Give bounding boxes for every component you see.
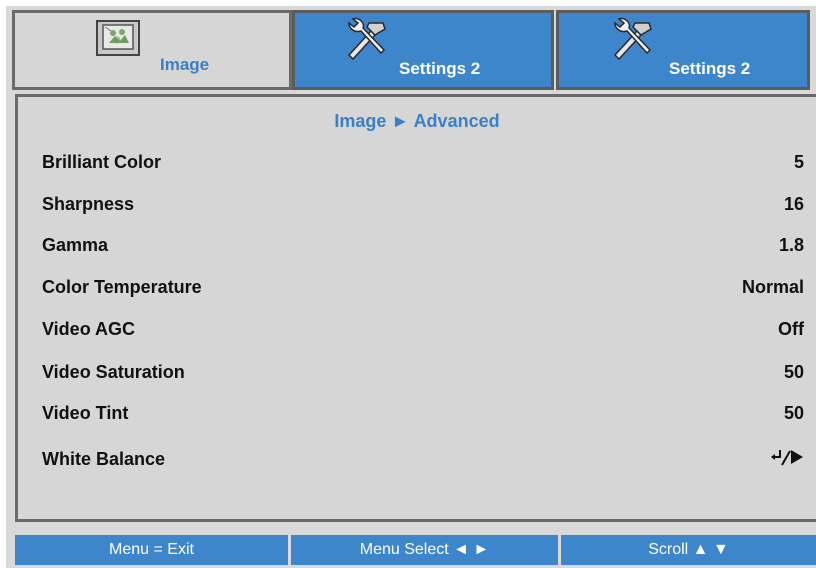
- menu-item-value: Normal: [741, 277, 804, 297]
- menu-item-video-agc[interactable]: Video AGC Off: [42, 319, 804, 345]
- menu-item-label: Brilliant Color: [42, 152, 162, 172]
- tab-settings-2[interactable]: Settings 2: [292, 10, 554, 90]
- menu-item-gamma[interactable]: Gamma 1.8: [42, 235, 804, 261]
- tab-image-label: Image: [160, 55, 210, 74]
- menu-item-label: Gamma: [42, 235, 109, 255]
- help-menu-exit: Menu = Exit: [15, 535, 288, 565]
- menu-item-label: Video Saturation: [42, 362, 185, 382]
- menu-item-label: Video AGC: [42, 319, 136, 339]
- menu-item-video-saturation[interactable]: Video Saturation 50: [42, 362, 804, 388]
- menu-item-label: Sharpness: [42, 194, 135, 214]
- image-icon: [95, 19, 141, 64]
- menu-item-label: Color Temperature: [42, 277, 202, 297]
- wrench-hammer-icon: [341, 17, 389, 66]
- enter-arrow-icon: [770, 447, 804, 472]
- menu-item-label: White Balance: [42, 449, 166, 469]
- panel-title: Image ► Advanced: [334, 111, 500, 131]
- help-scroll: Scroll ▲ ▼: [561, 535, 816, 565]
- menu-item-brilliant-color[interactable]: Brilliant Color 5: [42, 152, 804, 178]
- menu-item-value: Off: [778, 319, 804, 339]
- help-menu-select: Menu Select ◄ ►: [291, 535, 558, 565]
- menu-item-sharpness[interactable]: Sharpness 16: [42, 194, 804, 220]
- tab-settings-2-b[interactable]: Settings 2: [556, 10, 810, 90]
- menu-item-value: 5: [793, 152, 804, 172]
- menu-item-value: 50: [783, 403, 804, 423]
- menu-item-white-balance[interactable]: White Balance: [42, 449, 804, 475]
- menu-item-value: 16: [783, 194, 804, 214]
- tab-settings-2-label: Settings 2: [399, 59, 481, 78]
- tab-settings-2-b-label: Settings 2: [669, 59, 751, 78]
- tab-image[interactable]: Image: [12, 10, 292, 90]
- menu-item-color-temperature[interactable]: Color Temperature Normal: [42, 277, 804, 303]
- menu-item-label: Video Tint: [42, 403, 129, 423]
- menu-item-value: 1.8: [778, 235, 804, 255]
- menu-item-video-tint[interactable]: Video Tint 50: [42, 403, 804, 429]
- wrench-hammer-icon: [607, 17, 655, 66]
- menu-item-value: 50: [783, 362, 804, 382]
- advanced-panel: Image ► Advanced Brilliant Color 5 Sharp…: [15, 94, 816, 522]
